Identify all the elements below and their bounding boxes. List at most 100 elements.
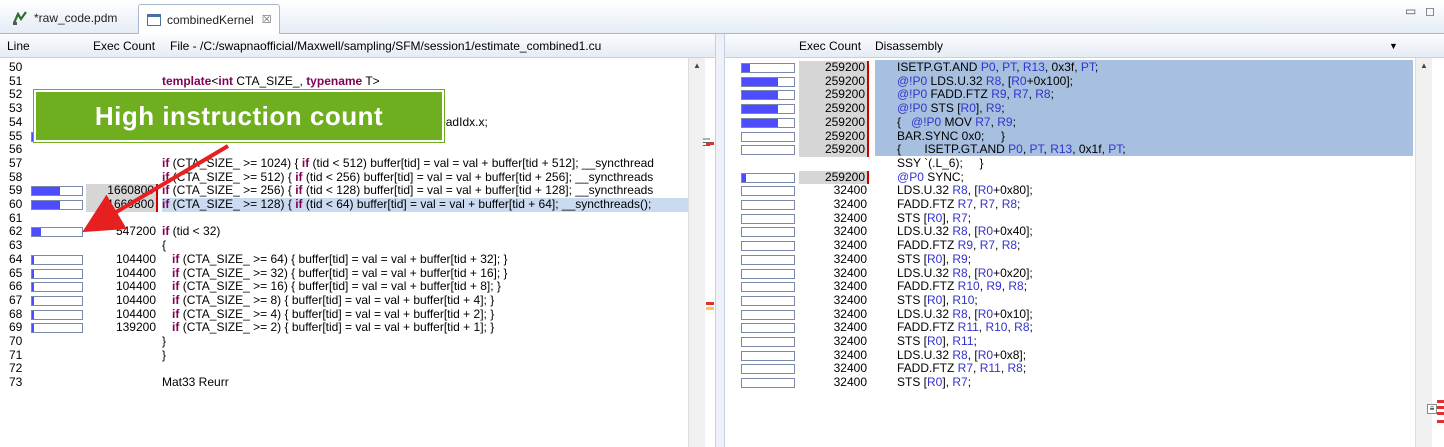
exec-count-bar xyxy=(741,323,795,334)
disassembly-row[interactable]: 32400 STS [R0], R7; xyxy=(725,210,1444,226)
tab-raw-code[interactable]: *raw_code.pdm xyxy=(4,4,134,32)
source-line-row[interactable]: 56 xyxy=(0,142,715,157)
source-line-row[interactable]: 60 1660800 if (CTA_SIZE_ >= 128) { if (tid… xyxy=(0,197,715,212)
sync-icon[interactable]: ≡ xyxy=(1427,404,1437,414)
disassembly-row[interactable]: 32400 LDS.U.32 R8, [R0+0x20]; xyxy=(725,266,1444,281)
sync-icon[interactable]: ☰ xyxy=(702,138,711,149)
disassembly-column-header[interactable]: Disassembly xyxy=(875,39,943,53)
instruction-text: FADD.FTZ R11, R10, R8; xyxy=(897,320,1033,335)
maximize-icon[interactable]: ◻ xyxy=(1425,4,1435,18)
source-line-row[interactable]: 58 if (CTA_SIZE_ >= 512) { if (tid < 256)… xyxy=(0,170,715,185)
disassembly-row[interactable]: 259200 @!P0 STS [R0], R9; xyxy=(725,101,1444,116)
tab-label: combinedKernel xyxy=(167,12,254,27)
exec-count-bar-fill xyxy=(742,173,747,182)
tab-combined-kernel[interactable]: combinedKernel ☒ xyxy=(138,4,280,34)
exec-count-bar xyxy=(741,117,795,128)
disassembly-row[interactable]: 259200 { ISETP.GT.AND P0, PT, R13, 0x1f, … xyxy=(725,142,1444,157)
disassembly-row[interactable]: 32400 FADD.FTZ R10, R9, R8; xyxy=(725,279,1444,294)
disassembly-pane: Exec Count Disassembly ▼ 259200 ISETP.GT.… xyxy=(724,34,1444,447)
source-scrollbar[interactable]: ▲ xyxy=(688,58,705,447)
exec-count-bar-fill xyxy=(32,310,34,319)
disassembly-row[interactable]: 259200 @!P0 LDS.U.32 R8, [R0+0x100]; xyxy=(725,74,1444,89)
overview-ruler-mark[interactable] xyxy=(1437,400,1444,403)
exec-count-column-header[interactable]: Exec Count xyxy=(93,39,155,53)
overview-ruler-mark[interactable] xyxy=(1437,420,1444,423)
disassembly-row[interactable]: 32400 LDS.U.32 R8, [R0+0x40]; xyxy=(725,225,1444,239)
exec-count-bar-fill xyxy=(32,201,60,209)
source-line-row[interactable]: 64 104400 if (CTA_SIZE_ >= 64) { buffer[t… xyxy=(0,251,715,267)
disassembly-row[interactable]: 259200 BAR.SYNC 0x0; } xyxy=(725,129,1444,144)
overview-ruler-mark[interactable] xyxy=(1437,412,1444,415)
disassembly-row[interactable]: 32400 STS [R0], R10; xyxy=(725,292,1444,308)
exec-count-bar xyxy=(31,227,83,238)
exec-count-value: 139200 xyxy=(115,320,156,335)
disassembly-row[interactable]: 32400 FADD.FTZ R9, R7, R8; xyxy=(725,238,1444,253)
exec-count-bar-fill xyxy=(742,105,779,114)
source-line-row[interactable]: 70} xyxy=(0,334,715,349)
exec-count-value: 259200 xyxy=(799,142,869,157)
exec-count-value: 32400 xyxy=(833,347,867,362)
exec-count-value: 104400 xyxy=(115,306,156,321)
source-line-row[interactable]: 65 104400 if (CTA_SIZE_ >= 32) { buffer[t… xyxy=(0,266,715,281)
chevron-down-icon[interactable]: ▼ xyxy=(1389,41,1398,51)
disassembly-row[interactable]: 32400 FADD.FTZ R11, R10, R8; xyxy=(725,320,1444,335)
exec-count-bar xyxy=(31,282,83,293)
overview-ruler-warning[interactable] xyxy=(706,307,714,310)
disassembly-row[interactable]: 32400 STS [R0], R11; xyxy=(725,334,1444,349)
exec-count-bar xyxy=(741,172,795,183)
exec-count-bar-fill xyxy=(742,77,779,86)
disassembly-row[interactable]: 32400 FADD.FTZ R7, R11, R8; xyxy=(725,362,1444,376)
scroll-up-icon[interactable]: ▲ xyxy=(1420,61,1428,70)
disassembly-row[interactable]: 259200 @!P0 FADD.FTZ R9, R7, R8; xyxy=(725,88,1444,103)
minimize-icon[interactable]: ▭ xyxy=(1405,4,1416,18)
instruction-text: FADD.FTZ R10, R9, R8; xyxy=(897,279,1028,294)
source-line-row[interactable]: 68 104400 if (CTA_SIZE_ >= 4) { buffer[ti… xyxy=(0,306,715,322)
line-column-header[interactable]: Line xyxy=(7,39,30,53)
disassembly-row[interactable]: 32400 FADD.FTZ R7, R7, R8; xyxy=(725,197,1444,212)
instruction-text: LDS.U.32 R8, [R0+0x40]; xyxy=(897,224,1033,239)
source-line-row[interactable]: 62 547200 if (tid < 32) xyxy=(0,225,715,239)
file-column-header[interactable]: File - /C:/swapnaofficial/Maxwell/sampli… xyxy=(170,39,601,53)
source-line-row[interactable]: 66 104400 if (CTA_SIZE_ >= 16) { buffer[t… xyxy=(0,279,715,294)
close-icon[interactable]: ☒ xyxy=(262,13,272,26)
source-line-row[interactable]: 57 if (CTA_SIZE_ >= 1024) { if (tid < 512… xyxy=(0,156,715,171)
source-line-row[interactable]: 67 104400 if (CTA_SIZE_ >= 8) { buffer[ti… xyxy=(0,293,715,308)
source-code-text: } xyxy=(162,347,167,362)
source-line-row[interactable]: 69 139200 if (CTA_SIZE_ >= 2) { buffer[ti… xyxy=(0,320,715,335)
source-line-row[interactable]: 51 template<int CTA_SIZE_, typename T> xyxy=(0,73,715,89)
source-line-row[interactable]: 50 xyxy=(0,60,715,75)
overview-ruler-mark[interactable] xyxy=(1437,406,1444,409)
disassembly-row[interactable]: SSY `(.L_6); } xyxy=(725,156,1444,171)
source-line-row[interactable]: 63 { xyxy=(0,238,715,253)
line-number: 50 xyxy=(9,60,23,74)
source-code-text: template<int CTA_SIZE_, typename T> xyxy=(162,73,380,88)
source-line-row[interactable]: 59 1660800 if (CTA_SIZE_ >= 256) { if (tid… xyxy=(0,183,715,198)
instruction-text: LDS.U.32 R8, [R0+0x80]; xyxy=(897,183,1033,198)
disassembly-row[interactable]: 259200 ISETP.GT.AND P0, PT, R13, 0x3f, PT… xyxy=(725,60,1444,75)
instruction-text: STS [R0], R11; xyxy=(897,334,977,348)
line-number: 52 xyxy=(9,87,23,102)
disassembly-row[interactable]: 32400 LDS.U.32 R8, [R0+0x10]; xyxy=(725,307,1444,322)
disassembly-row[interactable]: 259200 @P0 SYNC; xyxy=(725,170,1444,185)
disassembly-scrollbar[interactable]: ▲ xyxy=(1415,58,1432,447)
disassembly-row[interactable]: 32400 LDS.U.32 R8, [R0+0x80]; xyxy=(725,183,1444,198)
source-line-row[interactable]: 61 xyxy=(0,211,715,226)
source-line-row[interactable]: 71} xyxy=(0,347,715,363)
disassembly-row[interactable]: 32400 LDS.U.32 R8, [R0+0x8]; xyxy=(725,347,1444,363)
source-line-row[interactable]: 73 Mat33 Reurr xyxy=(0,375,715,390)
overview-ruler-mark[interactable] xyxy=(706,302,714,305)
disassembly-row[interactable]: 32400 STS [R0], R9; xyxy=(725,252,1444,267)
line-number: 66 xyxy=(9,279,23,294)
instruction-text: STS [R0], R7; xyxy=(897,210,972,225)
source-line-row[interactable]: 72 xyxy=(0,362,715,376)
disassembly-row[interactable]: 259200 { @!P0 MOV R7, R9; xyxy=(725,115,1444,130)
line-number: 51 xyxy=(9,73,23,88)
pane-splitter[interactable]: ☰ xyxy=(702,34,724,447)
disassembly-row[interactable]: 32400 STS [R0], R7; xyxy=(725,375,1444,390)
source-code-text: } xyxy=(162,334,167,348)
source-code-text: if (CTA_SIZE_ >= 64) { buffer[tid] = val… xyxy=(172,251,508,266)
exec-count-column-header[interactable]: Exec Count xyxy=(799,39,861,53)
line-number: 69 xyxy=(9,320,23,335)
scroll-up-icon[interactable]: ▲ xyxy=(693,61,701,70)
instruction-text: STS [R0], R10; xyxy=(897,292,978,307)
